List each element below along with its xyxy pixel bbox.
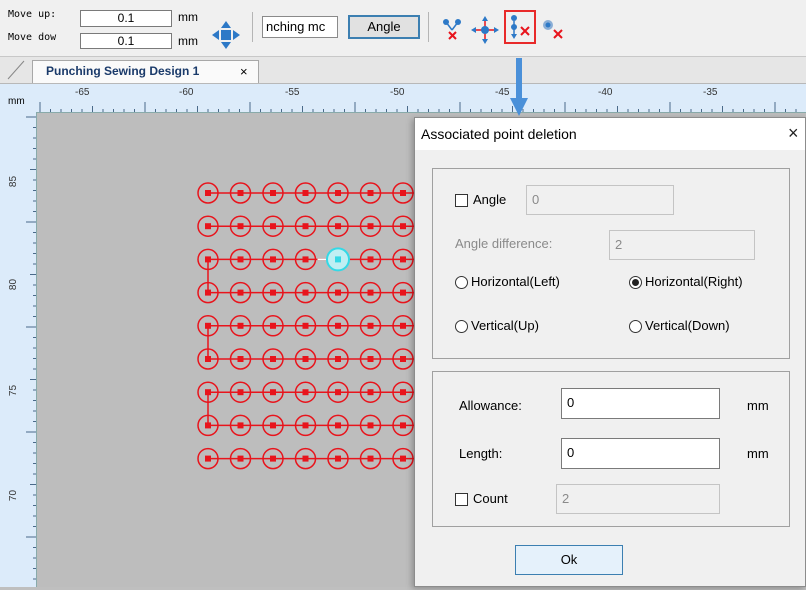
ruler-top-label: -55 [285,87,300,98]
move-down-input[interactable]: 0.1 [80,33,172,49]
direction-arrows-icon[interactable] [210,19,242,51]
angle-field[interactable]: 0 [526,185,674,215]
document-tab-bar: Punching Sewing Design 1 × [0,57,806,84]
count-label: Count [473,491,508,506]
angle-checkbox[interactable] [455,194,468,207]
horizontal-left-radio[interactable] [455,276,468,289]
ruler-top-label: -40 [598,87,613,98]
mode-dropdown[interactable]: nching mc [262,16,338,38]
vertical-up-label: Vertical(Up) [471,318,539,333]
move-down-unit: mm [178,34,198,48]
horizontal-ruler: mm -65 -60 -55 -50 -45 -40 -35 [0,84,806,113]
ruler-left-label: 70 [8,489,20,502]
count-field[interactable]: 2 [556,484,720,514]
tab-punching-sewing-design-1[interactable]: Punching Sewing Design 1 × [32,60,259,83]
tab-close-icon[interactable]: × [240,61,248,82]
allowance-unit: mm [747,398,769,413]
dialog-title: Associated point deletion [421,126,577,142]
angle-button[interactable]: Angle [348,15,420,39]
length-unit: mm [747,446,769,461]
move-up-unit: mm [178,10,198,24]
ruler-top-label: -65 [75,87,90,98]
move-down-label: Move dow [8,32,57,43]
move-point-icon[interactable] [470,15,500,45]
length-label: Length: [459,446,503,461]
tab-label: Punching Sewing Design 1 [46,64,200,78]
point-branch-delete-icon[interactable] [440,16,466,42]
vertical-up-radio[interactable] [455,320,468,333]
dialog-close-icon[interactable]: × [788,123,799,144]
delete-point-icon[interactable] [540,16,566,42]
tab-scroll-left-icon[interactable] [4,59,28,84]
dialog-titlebar: Associated point deletion × [415,118,805,150]
ruler-top-label: -45 [495,87,510,98]
allowance-label: Allowance: [459,398,522,413]
horizontal-right-radio[interactable] [629,276,642,289]
ruler-top-label: -35 [703,87,718,98]
length-field[interactable]: 0 [561,438,720,469]
move-up-input[interactable]: 0.1 [80,10,172,27]
ok-button[interactable]: Ok [515,545,623,575]
ruler-left-label: 85 [8,175,20,188]
vertical-down-radio[interactable] [629,320,642,333]
vertical-down-label: Vertical(Down) [645,318,730,333]
angle-difference-field[interactable]: 2 [609,230,755,260]
parameters-group: Allowance: 0 mm Length: 0 mm Count 2 [432,371,790,527]
toolbar: Move up: Move dow 0.1 0.1 mm mm nching m… [0,0,806,57]
pointer-arrow-icon [509,58,529,116]
direction-group: Angle 0 Angle difference: 2 Horizontal(L… [432,168,790,359]
ruler-top-label: -50 [390,87,405,98]
associated-point-deletion-dialog: Associated point deletion × Angle 0 Angl… [414,117,806,587]
angle-difference-label: Angle difference: [455,236,553,251]
allowance-field[interactable]: 0 [561,388,720,419]
ruler-left-label: 75 [8,384,20,397]
count-checkbox[interactable] [455,493,468,506]
angle-label: Angle [473,192,507,207]
ruler-top-label: -60 [179,87,194,98]
punch-point[interactable] [326,247,350,272]
horizontal-left-label: Horizontal(Left) [471,274,560,289]
move-up-label: Move up: [8,9,57,20]
vertical-ruler: 85 80 75 70 [0,112,37,587]
associated-point-delete-icon[interactable] [504,10,536,44]
horizontal-right-label: Horizontal(Right) [645,274,743,289]
ruler-left-label: 80 [8,278,20,291]
